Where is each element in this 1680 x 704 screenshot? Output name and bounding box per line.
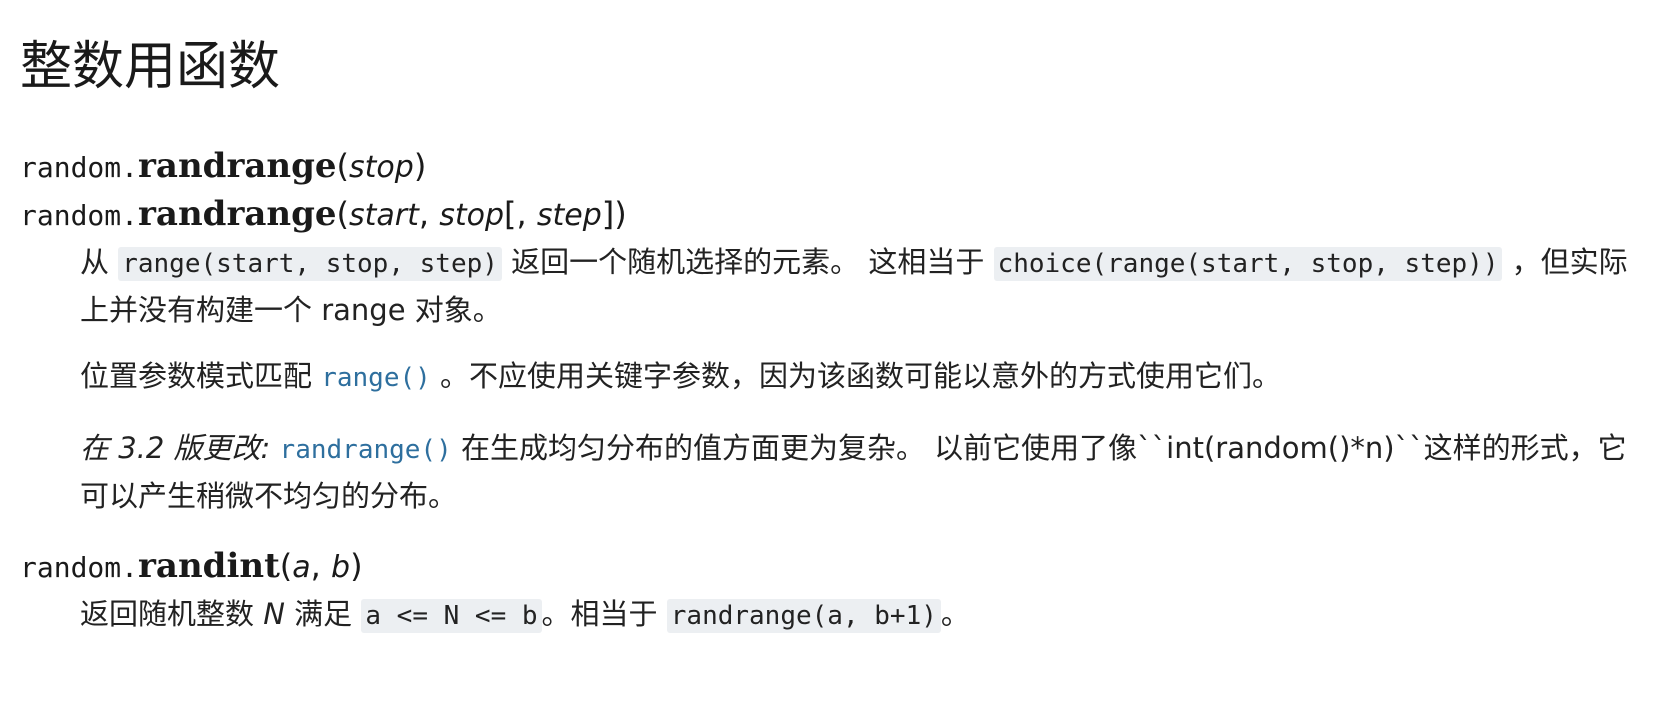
param-separator: , bbox=[310, 547, 332, 585]
optional-bracket-close: ]) bbox=[601, 195, 627, 233]
randint-description: 返回随机整数 N 满足 a <= N <= b 。相当于 randrange(a,… bbox=[80, 591, 1640, 639]
range-link[interactable]: range() bbox=[321, 363, 431, 393]
inline-code: choice(range(start, stop, step)) bbox=[993, 247, 1503, 281]
param-step: step bbox=[536, 198, 602, 233]
param-a: a bbox=[292, 550, 311, 585]
text-segment: 返回随机整数 bbox=[80, 597, 264, 631]
text-segment: 位置参数模式匹配 bbox=[80, 359, 322, 393]
version-changed-note: 在 3.2 版更改: randrange() 在生成均匀分布的值方面更为复杂。 … bbox=[80, 425, 1640, 519]
param-b: b bbox=[331, 550, 351, 585]
paren-close: ) bbox=[350, 547, 363, 585]
function-name: randint bbox=[138, 546, 280, 586]
param-start: start bbox=[349, 198, 419, 233]
inline-code: randrange(a, b+1) bbox=[666, 599, 941, 633]
paren-open: ( bbox=[336, 195, 350, 233]
paren-open: ( bbox=[279, 547, 293, 585]
text-segment: 满足 bbox=[284, 597, 362, 631]
function-name: randrange bbox=[138, 146, 337, 186]
signature-randrange-stop: random.randrange(stop) bbox=[20, 143, 426, 191]
signature-randint: random.randint(a, b) bbox=[20, 543, 363, 591]
function-name: randrange bbox=[138, 194, 337, 234]
version-changed-label: 在 3.2 版更改: bbox=[80, 431, 280, 465]
text-segment: 。不应使用关键字参数，因为该函数可能以意外的方式使用它们。 bbox=[430, 359, 1282, 393]
text-segment: 。相当于 bbox=[541, 597, 667, 631]
text-segment: 从 bbox=[80, 245, 119, 279]
param-stop: stop bbox=[349, 150, 414, 185]
section-heading: 整数用函数 bbox=[20, 37, 281, 97]
param-stop: stop bbox=[439, 198, 505, 233]
inline-code: range(start, stop, step) bbox=[118, 247, 502, 281]
doc-page: 整数用函数 random.randrange(stop) random.rand… bbox=[0, 0, 1680, 704]
paren-close: ) bbox=[413, 147, 427, 185]
randrange-link[interactable]: randrange() bbox=[280, 435, 452, 465]
signature-prefix: random. bbox=[20, 199, 139, 232]
paren-open: ( bbox=[336, 147, 350, 185]
randrange-description: 从 range(start, stop, step) 返回一个随机选择的元素。 … bbox=[80, 239, 1640, 333]
optional-bracket-open: [, bbox=[504, 195, 537, 233]
param-separator: , bbox=[418, 195, 440, 233]
positional-args-note: 位置参数模式匹配 range() 。不应使用关键字参数，因为该函数可能以意外的方… bbox=[80, 353, 1640, 401]
signature-randrange-start-stop-step: random.randrange(start, stop[, step]) bbox=[20, 191, 627, 239]
signature-prefix: random. bbox=[20, 551, 139, 584]
variable-n: N bbox=[263, 597, 285, 631]
text-segment: 返回一个随机选择的元素。 这相当于 bbox=[501, 245, 994, 279]
inline-code: a <= N <= b bbox=[361, 599, 542, 633]
text-segment: 。 bbox=[940, 597, 970, 631]
signature-prefix: random. bbox=[20, 151, 139, 184]
